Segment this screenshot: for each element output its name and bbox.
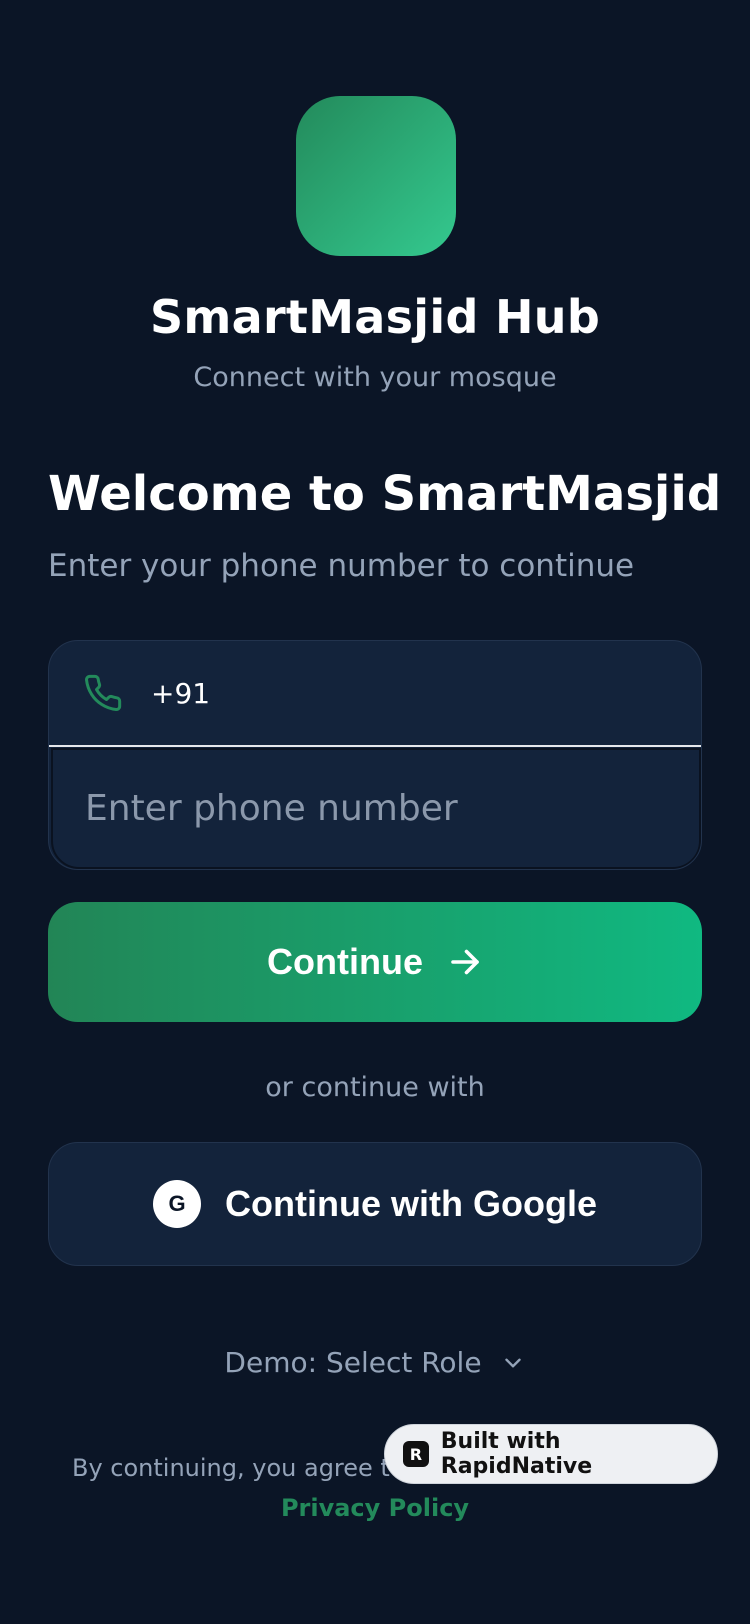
or-divider-text: or continue with (265, 1072, 485, 1103)
terms-text: By continuing, you agree to o (72, 1454, 427, 1482)
phone-icon (85, 674, 122, 712)
badge-label: Built with RapidNative (440, 1429, 593, 1479)
continue-button[interactable]: Continue (48, 902, 702, 1022)
demo-role-label: Demo: Select Role (224, 1346, 482, 1379)
rapidnative-logo-icon: R (403, 1441, 429, 1467)
phone-number-input[interactable] (51, 748, 701, 869)
chevron-down-icon (504, 1358, 521, 1367)
phone-input-card: +91 (48, 640, 702, 870)
app-tagline: Connect with your mosque (193, 362, 557, 393)
app-name: SmartMasjid Hub (149, 290, 601, 344)
country-code-selector[interactable]: +91 (49, 641, 701, 745)
country-code: +91 (151, 676, 211, 710)
google-signin-button[interactable]: G Continue with Google (48, 1142, 702, 1266)
rapidnative-badge[interactable]: R Built with RapidNative (384, 1424, 718, 1484)
privacy-policy-link[interactable]: Privacy Policy (0, 1494, 750, 1522)
welcome-subtitle: Enter your phone number to continue (48, 548, 635, 584)
continue-button-label: Continue (267, 941, 423, 982)
demo-role-select[interactable]: Demo: Select Role (0, 1346, 750, 1379)
welcome-title: Welcome to SmartMasjid (48, 466, 722, 522)
google-button-label: Continue with Google (225, 1183, 597, 1224)
login-screen: SmartMasjid Hub Connect with your mosque… (0, 0, 750, 1624)
google-icon: G (153, 1180, 202, 1228)
input-divider (49, 745, 701, 747)
arrow-right-icon (451, 949, 479, 975)
app-logo (296, 96, 456, 256)
